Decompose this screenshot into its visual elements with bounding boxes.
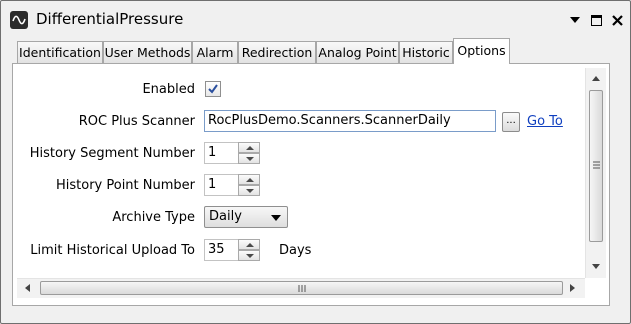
chevron-up-icon bbox=[246, 146, 254, 150]
title-bar[interactable]: DifferentialPressure bbox=[2, 2, 629, 38]
scroll-left-icon[interactable] bbox=[25, 284, 30, 292]
window-title: DifferentialPressure bbox=[36, 10, 184, 28]
tab-redirection[interactable]: Redirection bbox=[238, 41, 316, 63]
enabled-label: Enabled bbox=[142, 82, 195, 97]
grip-icon bbox=[593, 161, 600, 169]
horizontal-scrollbar[interactable] bbox=[17, 278, 585, 298]
scroll-up-icon[interactable] bbox=[592, 76, 600, 81]
chevron-up-icon bbox=[246, 178, 254, 182]
limit-stepper[interactable]: 35 bbox=[204, 239, 260, 261]
maximize-icon[interactable] bbox=[588, 12, 604, 28]
tab-bar: Identification User Methods Alarm Redire… bbox=[17, 38, 617, 64]
dropdown-icon[interactable] bbox=[567, 12, 583, 28]
tab-user-methods[interactable]: User Methods bbox=[103, 41, 192, 63]
segment-increment-button[interactable] bbox=[238, 142, 260, 153]
tab-historic[interactable]: Historic bbox=[399, 41, 453, 63]
checkmark-icon bbox=[208, 84, 218, 94]
point-increment-button[interactable] bbox=[238, 174, 260, 185]
point-arrows bbox=[238, 174, 260, 196]
vertical-scrollbar[interactable] bbox=[585, 68, 606, 278]
chevron-down-icon bbox=[246, 189, 254, 193]
browse-button[interactable]: ... bbox=[502, 112, 520, 132]
scroll-down-icon[interactable] bbox=[592, 264, 600, 269]
grip-icon bbox=[298, 285, 306, 292]
segment-value[interactable]: 1 bbox=[204, 142, 238, 164]
vertical-scroll-thumb[interactable] bbox=[589, 90, 603, 242]
point-decrement-button[interactable] bbox=[238, 185, 260, 196]
tab-analog-point[interactable]: Analog Point bbox=[316, 41, 399, 63]
goto-link[interactable]: Go To bbox=[527, 114, 563, 129]
close-icon[interactable] bbox=[609, 12, 625, 28]
segment-decrement-button[interactable] bbox=[238, 153, 260, 164]
archive-label: Archive Type bbox=[112, 210, 195, 225]
point-label: History Point Number bbox=[55, 178, 195, 193]
horizontal-scroll-thumb[interactable] bbox=[40, 281, 563, 295]
chevron-down-icon bbox=[246, 254, 254, 258]
limit-arrows bbox=[238, 239, 260, 261]
scanner-label: ROC Plus Scanner bbox=[78, 114, 195, 129]
scanner-input[interactable]: RocPlusDemo.Scanners.ScannerDaily bbox=[204, 110, 496, 132]
segment-label: History Segment Number bbox=[29, 146, 195, 161]
point-stepper[interactable]: 1 bbox=[204, 174, 260, 196]
tab-options[interactable]: Options bbox=[453, 38, 510, 64]
limit-units: Days bbox=[279, 243, 312, 258]
tab-identification[interactable]: Identification bbox=[17, 41, 103, 63]
chevron-up-icon bbox=[246, 243, 254, 247]
scroll-right-icon[interactable] bbox=[570, 284, 575, 292]
chevron-down-icon bbox=[246, 157, 254, 161]
segment-arrows bbox=[238, 142, 260, 164]
enabled-checkbox[interactable] bbox=[205, 81, 221, 97]
limit-label: Limit Historical Upload To bbox=[30, 243, 195, 258]
waveform-icon bbox=[10, 11, 28, 29]
limit-value[interactable]: 35 bbox=[204, 239, 238, 261]
archive-value: Daily bbox=[209, 209, 242, 224]
segment-stepper[interactable]: 1 bbox=[204, 142, 260, 164]
tab-alarm[interactable]: Alarm bbox=[192, 41, 238, 63]
limit-decrement-button[interactable] bbox=[238, 250, 260, 261]
limit-increment-button[interactable] bbox=[238, 239, 260, 250]
point-value[interactable]: 1 bbox=[204, 174, 238, 196]
archive-select[interactable]: Daily bbox=[204, 206, 288, 228]
dropdown-arrow-icon bbox=[271, 215, 281, 221]
